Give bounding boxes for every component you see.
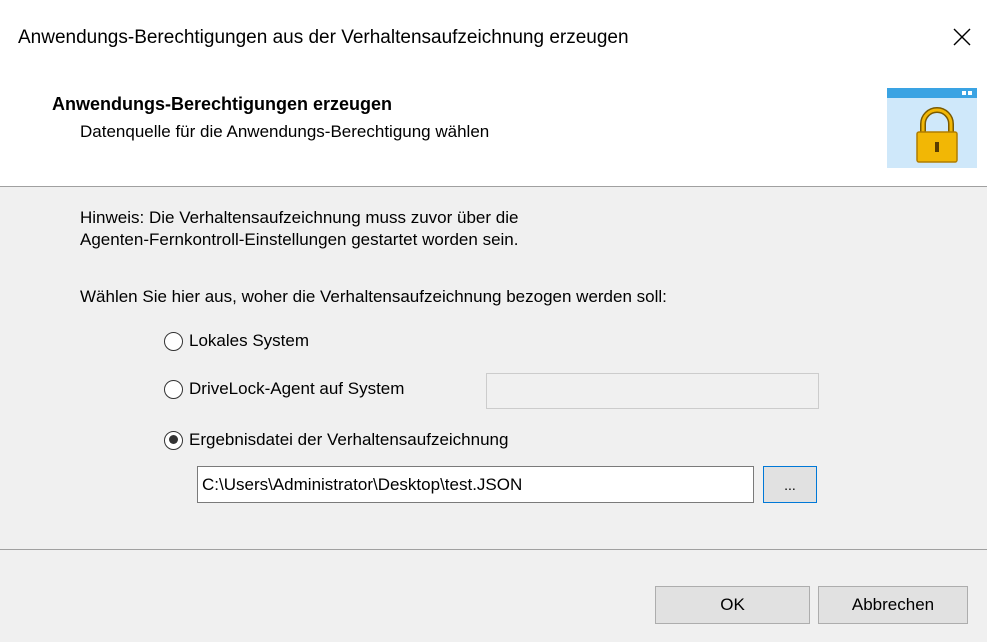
hint-text: Hinweis: Die Verhaltensaufzeichnung muss… xyxy=(80,207,518,251)
radio-local-system[interactable]: Lokales System xyxy=(164,331,309,351)
header-subtitle: Datenquelle für die Anwendungs-Berechtig… xyxy=(80,122,490,141)
radio-button[interactable] xyxy=(164,331,183,351)
radio-button-selected[interactable] xyxy=(164,430,183,450)
browse-button[interactable]: ... xyxy=(763,466,817,503)
wizard-header: Anwendungs-Berechtigungen erzeugen Daten… xyxy=(0,80,987,186)
source-prompt: Wählen Sie hier aus, woher die Verhalten… xyxy=(80,287,667,306)
button-bar: OK Abbrechen xyxy=(0,550,987,642)
radio-label-drivelock-agent: DriveLock-Agent auf System xyxy=(189,379,405,398)
hint-line-1: Hinweis: Die Verhaltensaufzeichnung muss… xyxy=(80,208,519,227)
padlock-window-icon xyxy=(887,88,977,168)
cancel-button[interactable]: Abbrechen xyxy=(818,586,968,624)
window-title: Anwendungs-Berechtigungen aus der Verhal… xyxy=(18,27,629,48)
content-panel: Hinweis: Die Verhaltensaufzeichnung muss… xyxy=(0,187,987,549)
radio-result-file[interactable]: Ergebnisdatei der Verhaltensaufzeichnung xyxy=(164,430,508,450)
radio-drivelock-agent[interactable]: DriveLock-Agent auf System xyxy=(164,379,404,399)
title-bar: Anwendungs-Berechtigungen aus der Verhal… xyxy=(0,0,987,80)
file-path-input[interactable]: C:\Users\Administrator\Desktop\test.JSON xyxy=(197,466,754,503)
radio-label-result-file: Ergebnisdatei der Verhaltensaufzeichnung xyxy=(189,430,509,449)
radio-button[interactable] xyxy=(164,379,183,399)
agent-system-input xyxy=(486,373,819,409)
close-icon xyxy=(953,28,971,46)
close-button[interactable] xyxy=(937,14,987,60)
ok-button[interactable]: OK xyxy=(655,586,810,624)
header-title: Anwendungs-Berechtigungen erzeugen xyxy=(52,94,393,114)
hint-line-2: Agenten-Fernkontroll-Einstellungen gesta… xyxy=(80,230,519,249)
radio-label-local-system: Lokales System xyxy=(189,331,309,350)
